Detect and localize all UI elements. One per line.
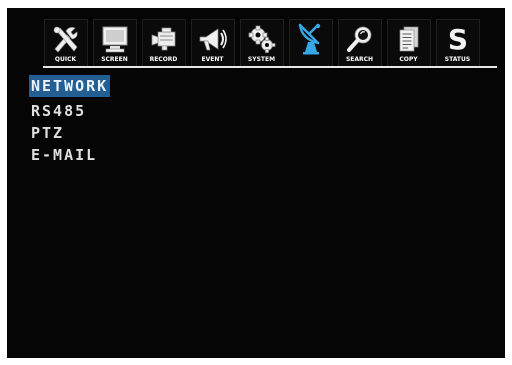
tab-record-face: RECORD [141, 19, 186, 68]
dvr-screen: QUICK SCREEN RECORD EVENT SYSTEM SEARCH … [7, 8, 505, 358]
tab-search-label: SEARCH [345, 56, 374, 63]
tab-record-label: RECORD [149, 56, 178, 63]
tab-system-face: SYSTEM [239, 19, 284, 68]
megaphone-icon [197, 24, 229, 54]
tab-status-face: S STATUS [435, 19, 480, 68]
toolbar-divider [43, 66, 497, 68]
gears-icon [246, 24, 278, 54]
status-s-icon: S [442, 24, 474, 54]
menu-row-rs485: RS485 [29, 100, 110, 122]
tab-status-label: STATUS [444, 56, 471, 63]
menu-item-network[interactable]: NETWORK [29, 75, 111, 97]
satellite-dish-icon [295, 23, 327, 55]
magnifier-icon [344, 24, 376, 54]
tools-icon [50, 24, 82, 54]
tab-screen-label: SCREEN [101, 56, 128, 63]
tab-system-label: SYSTEM [247, 56, 276, 63]
menu-item-email[interactable]: E-MAIL [29, 146, 99, 164]
tab-search-face: SEARCH [337, 19, 382, 68]
tab-network-face [288, 19, 333, 68]
menu-row-ptz: PTZ [29, 122, 110, 144]
document-copy-icon [393, 24, 425, 54]
tab-quick-label: QUICK [54, 56, 77, 63]
tab-event-label: EVENT [201, 56, 224, 63]
tab-copy-face: COPY [386, 19, 431, 68]
monitor-icon [99, 24, 131, 54]
tab-event-face: EVENT [190, 19, 235, 68]
svg-text:S: S [447, 25, 467, 53]
network-submenu: NETWORK RS485 PTZ E-MAIL [29, 75, 111, 166]
tab-screen-face: SCREEN [92, 19, 137, 68]
tab-copy-label: COPY [399, 56, 418, 63]
menu-item-ptz[interactable]: PTZ [29, 124, 66, 142]
menu-row-email: E-MAIL [29, 144, 110, 166]
camcorder-icon [148, 24, 180, 54]
menu-item-rs485[interactable]: RS485 [29, 102, 88, 120]
tab-quick-face: QUICK [43, 19, 88, 68]
menu-row-network: NETWORK [29, 75, 111, 100]
